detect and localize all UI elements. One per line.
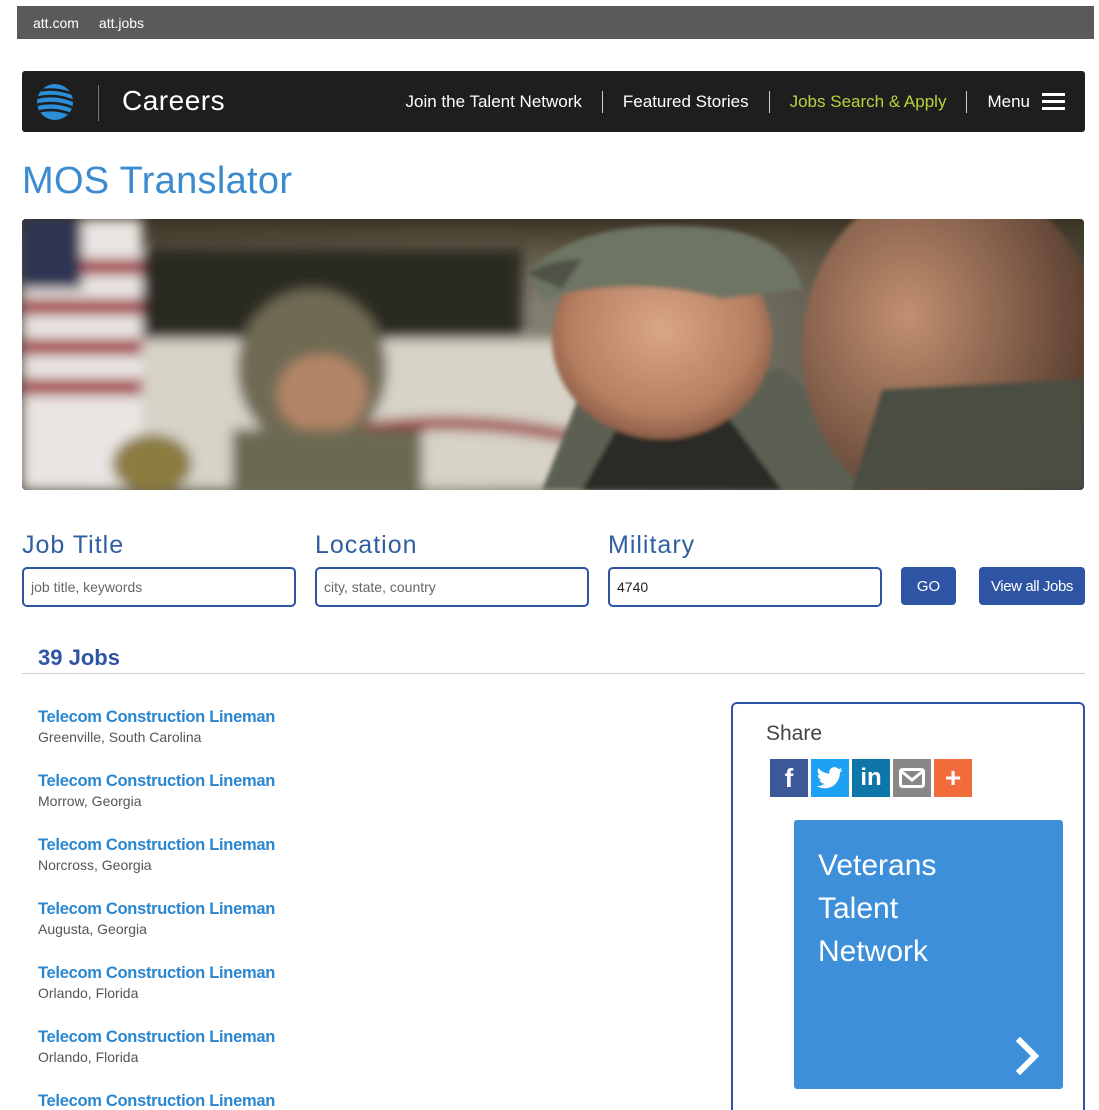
job-location: Orlando, Florida	[38, 1049, 139, 1065]
job-title-link[interactable]: Telecom Construction Lineman	[38, 962, 275, 984]
job-title-link[interactable]: Telecom Construction Lineman	[38, 1090, 275, 1110]
list-item: Telecom Construction Lineman	[38, 1090, 275, 1110]
results-divider	[22, 673, 1085, 674]
go-button[interactable]: GO	[901, 567, 956, 605]
job-title-link[interactable]: Telecom Construction Lineman	[38, 834, 275, 856]
list-item: Telecom Construction Lineman Orlando, Fl…	[38, 962, 275, 1026]
military-label: Military	[608, 531, 696, 559]
job-location: Orlando, Florida	[38, 985, 139, 1001]
location-label: Location	[315, 531, 418, 559]
menu-button[interactable]: Menu	[967, 92, 1065, 112]
job-title-link[interactable]: Telecom Construction Lineman	[38, 898, 275, 920]
plus-glyph: +	[944, 762, 962, 793]
facebook-glyph: f	[784, 762, 794, 793]
list-item: Telecom Construction Lineman Orlando, Fl…	[38, 1026, 275, 1090]
utility-link-att-jobs[interactable]: att.jobs	[99, 15, 144, 31]
soldiers-photo	[22, 219, 1084, 490]
nav-featured-stories[interactable]: Featured Stories	[603, 92, 769, 112]
list-item: Telecom Construction Lineman Norcross, G…	[38, 834, 275, 898]
promo-line-3: Network	[818, 935, 929, 968]
menu-label: Menu	[987, 91, 1030, 111]
list-item: Telecom Construction Lineman Morrow, Geo…	[38, 770, 275, 834]
brand-divider	[98, 85, 99, 121]
nav-join-talent-network[interactable]: Join the Talent Network	[386, 92, 602, 112]
promo-line-1: Veterans	[818, 849, 937, 882]
linkedin-glyph: in	[860, 764, 882, 791]
twitter-bird-icon	[817, 767, 843, 789]
job-location: Greenville, South Carolina	[38, 729, 202, 745]
promo-line-2: Talent	[818, 892, 899, 925]
list-item: Telecom Construction Lineman Augusta, Ge…	[38, 898, 275, 962]
list-item: Telecom Construction Lineman Greenville,…	[38, 706, 275, 770]
page-title: MOS Translator	[22, 160, 293, 202]
job-count: 39 Jobs	[38, 645, 120, 670]
careers-brand-link[interactable]: Careers	[122, 85, 225, 117]
facebook-icon[interactable]: f	[770, 759, 808, 797]
veterans-talent-network-card[interactable]: Veterans Talent Network	[794, 820, 1063, 1089]
military-input[interactable]	[608, 567, 882, 607]
share-label: Share	[766, 722, 823, 745]
job-location: Morrow, Georgia	[38, 793, 142, 809]
job-title-label: Job Title	[22, 531, 125, 559]
att-globe-logo-icon[interactable]	[35, 82, 75, 122]
job-title-link[interactable]: Telecom Construction Lineman	[38, 706, 275, 728]
nav-jobs-search-apply[interactable]: Jobs Search & Apply	[770, 92, 967, 112]
more-share-icon[interactable]: +	[934, 759, 972, 797]
linkedin-icon[interactable]: in	[852, 759, 890, 797]
chevron-right-icon	[1015, 1037, 1040, 1075]
share-icons: f in +	[770, 759, 972, 797]
job-title-link[interactable]: Telecom Construction Lineman	[38, 1026, 275, 1048]
job-list: Telecom Construction Lineman Greenville,…	[38, 706, 275, 1110]
envelope-icon	[899, 768, 925, 788]
share-panel: Share f in + Veterans Talent Network	[731, 702, 1085, 1110]
job-location: Norcross, Georgia	[38, 857, 152, 873]
twitter-icon[interactable]	[811, 759, 849, 797]
hero-image	[22, 219, 1084, 490]
email-icon[interactable]	[893, 759, 931, 797]
utility-bar: att.com att.jobs	[17, 6, 1094, 39]
location-input[interactable]	[315, 567, 589, 607]
nav-links: Join the Talent Network Featured Stories…	[386, 71, 1065, 132]
job-title-input[interactable]	[22, 567, 296, 607]
view-all-jobs-button[interactable]: View all Jobs	[979, 567, 1085, 605]
hamburger-icon	[1042, 93, 1065, 110]
main-nav: Careers Join the Talent Network Featured…	[22, 71, 1085, 132]
job-title-link[interactable]: Telecom Construction Lineman	[38, 770, 275, 792]
job-location: Augusta, Georgia	[38, 921, 147, 937]
utility-link-att-com[interactable]: att.com	[33, 15, 79, 31]
